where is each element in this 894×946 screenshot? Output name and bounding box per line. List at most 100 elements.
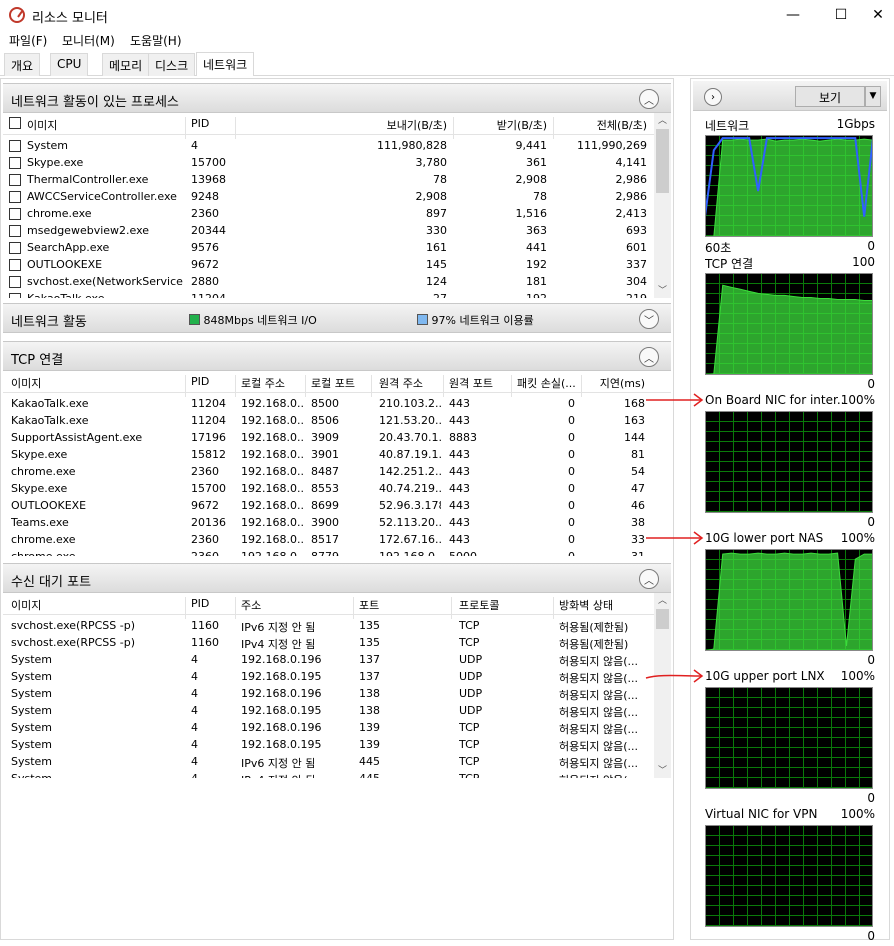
col-address[interactable]: 주소 — [241, 597, 261, 613]
col-firewall-status[interactable]: 방화벽 상태 — [559, 597, 613, 613]
cell-image: System — [11, 653, 53, 666]
col-local-address[interactable]: 로컬 주소 — [241, 375, 285, 391]
listening-ports-section-header[interactable]: 수신 대기 포트 ︿ — [3, 563, 671, 593]
tab-memory[interactable]: 메모리 — [102, 53, 150, 76]
row-checkbox[interactable] — [9, 276, 21, 288]
col-remote-address[interactable]: 원격 주소 — [379, 375, 423, 391]
menu-monitor[interactable]: 모니터(M) — [62, 32, 115, 49]
col-remote-port[interactable]: 원격 포트 — [449, 375, 493, 391]
row-checkbox[interactable] — [9, 191, 21, 203]
collapse-chevron-up-icon[interactable]: ︿ — [639, 89, 659, 109]
row-checkbox[interactable] — [9, 208, 21, 220]
network-io-legend: 848Mbps 네트워크 I/O — [189, 312, 317, 328]
table-row[interactable]: System 4 192.168.0.196 137 UDP 허용되지 않음(... — [3, 651, 653, 668]
row-checkbox[interactable] — [9, 174, 21, 186]
cell-image: KakaoTalk.exe — [11, 414, 89, 427]
table-row[interactable]: System 4 IPv4 지정 안 됨 445 TCP 허용되지 않음(... — [3, 770, 653, 778]
table-row[interactable]: svchost.exe(RPCSS -p) 1160 IPv4 지정 안 됨 135 T… — [3, 634, 653, 651]
table-row[interactable]: Skype.exe 15700 3,780 361 4,141 — [3, 154, 653, 171]
table-row[interactable]: Teams.exe 20136 192.168.0.... 3900 52.113.20… — [3, 514, 653, 531]
table-row[interactable]: System 4 111,980,828 9,441 111,990,269 — [3, 137, 653, 154]
menu-help[interactable]: 도움말(H) — [130, 32, 182, 49]
cell-remote-port: 443 — [449, 533, 470, 546]
table-row[interactable]: System 4 192.168.0.195 138 UDP 허용되지 않음(... — [3, 702, 653, 719]
table-row[interactable]: svchost.exe(NetworkService -... 2880 124 18… — [3, 273, 653, 290]
col-receive[interactable]: 받기(B/초) — [455, 117, 547, 133]
col-packet-loss[interactable]: 패킷 손실(... — [517, 375, 576, 391]
network-activity-section-header[interactable]: 네트워크 활동 848Mbps 네트워크 I/O 97% 네트워크 이용률 ﹀ — [3, 303, 671, 333]
table-row[interactable]: Skype.exe 15812 192.168.0.... 3901 40.87.19.… — [3, 446, 653, 463]
graph-block: Virtual NIC for VPN 100% 0 — [691, 807, 887, 945]
table-row[interactable]: System 4 192.168.0.196 139 TCP 허용되지 않음(... — [3, 719, 653, 736]
processes-scrollbar[interactable]: ︿ ﹀ — [654, 113, 671, 298]
row-checkbox[interactable] — [9, 225, 21, 237]
col-send[interactable]: 보내기(B/초) — [323, 117, 447, 133]
table-row[interactable]: KakaoTalk.exe 11204 27 192 219 — [3, 290, 653, 298]
col-pid[interactable]: PID — [191, 597, 209, 610]
table-row[interactable]: msedgewebview2.exe 20344 330 363 693 — [3, 222, 653, 239]
table-row[interactable]: SupportAssistAgent.exe 17196 192.168.0....… — [3, 429, 653, 446]
table-row[interactable]: System 4 192.168.0.195 137 UDP 허용되지 않음(... — [3, 668, 653, 685]
table-row[interactable]: chrome.exe 2360 897 1,516 2,413 — [3, 205, 653, 222]
processes-section-header[interactable]: 네트워크 활동이 있는 프로세스 ︿ — [3, 83, 671, 113]
table-row[interactable]: ThermalController.exe 13968 78 2,908 2,986 — [3, 171, 653, 188]
cell-total: 304 — [626, 275, 647, 288]
col-pid[interactable]: PID — [191, 375, 209, 388]
col-image[interactable]: 이미지 — [11, 597, 41, 613]
cell-local-port: 8500 — [311, 397, 339, 410]
tab-bar: 개요 CPU 메모리 디스크 네트워크 — [0, 52, 894, 76]
select-all-checkbox[interactable] — [9, 117, 21, 129]
table-row[interactable]: chrome.exe 2360 192.168.0.... 8487 142.251.2… — [3, 463, 653, 480]
view-button[interactable]: 보기 — [795, 86, 865, 107]
col-port[interactable]: 포트 — [359, 597, 379, 613]
table-row[interactable]: Skype.exe 15700 192.168.0.... 8553 40.74.219… — [3, 480, 653, 497]
cell-remote-address: 210.103.2... — [379, 397, 441, 410]
cell-firewall-status: 허용되지 않음(... — [559, 706, 638, 719]
row-checkbox[interactable] — [9, 293, 21, 298]
listening-ports-table: 이미지 PID 주소 포트 프로토콜 방화벽 상태 svchost.exe(RP… — [3, 593, 671, 778]
collapse-chevron-up-icon[interactable]: ︿ — [639, 347, 659, 367]
table-row[interactable]: System 4 192.168.0.196 138 UDP 허용되지 않음(... — [3, 685, 653, 702]
cell-image: ThermalController.exe — [27, 173, 149, 186]
table-row[interactable]: AWCCServiceController.exe 9248 2,908 78 2,98… — [3, 188, 653, 205]
tab-disk[interactable]: 디스크 — [148, 53, 196, 76]
view-dropdown-arrow-icon[interactable]: ▼ — [865, 86, 881, 107]
tcp-section-header[interactable]: TCP 연결 ︿ — [3, 341, 671, 371]
tab-cpu[interactable]: CPU — [50, 53, 89, 76]
close-button[interactable]: ✕ — [862, 0, 894, 30]
row-checkbox[interactable] — [9, 157, 21, 169]
cell-address: 192.168.0.195 — [241, 738, 322, 751]
table-row[interactable]: KakaoTalk.exe 11204 192.168.0.... 8500 210.1… — [3, 395, 653, 412]
table-row[interactable]: System 4 IPv6 지정 안 됨 445 TCP 허용되지 않음(... — [3, 753, 653, 770]
cell-address: IPv6 지정 안 됨 — [241, 757, 316, 770]
col-protocol[interactable]: 프로토콜 — [459, 597, 499, 613]
table-row[interactable]: System 4 192.168.0.195 139 TCP 허용되지 않음(... — [3, 736, 653, 753]
table-row[interactable]: OUTLOOKEXE 9672 192.168.0.... 8699 52.96.3.1… — [3, 497, 653, 514]
table-row[interactable]: svchost.exe(RPCSS -p) 1160 IPv6 지정 안 됨 135 T… — [3, 617, 653, 634]
row-checkbox[interactable] — [9, 242, 21, 254]
row-checkbox[interactable] — [9, 140, 21, 152]
col-local-port[interactable]: 로컬 포트 — [311, 375, 355, 391]
table-row[interactable]: SearchApp.exe 9576 161 441 601 — [3, 239, 653, 256]
cell-local-port: 3901 — [311, 448, 339, 461]
table-header: 이미지 PID 주소 포트 프로토콜 방화벽 상태 — [3, 593, 671, 619]
table-row[interactable]: chrome.exe 2360 192.168.0.... 8517 172.67.16… — [3, 531, 653, 548]
expand-chevron-right-icon[interactable]: › — [704, 88, 722, 106]
col-image[interactable]: 이미지 — [11, 375, 41, 391]
minimize-button[interactable]: — — [770, 0, 816, 30]
table-row[interactable]: chrome.exe 2360 192.168.0.... 8779 192.168.0… — [3, 548, 653, 556]
col-total[interactable]: 전체(B/초) — [555, 117, 647, 133]
menu-file[interactable]: 파일(F) — [9, 32, 47, 49]
col-pid[interactable]: PID — [191, 117, 209, 130]
graph-scale: 100% — [840, 393, 875, 407]
maximize-button[interactable]: ☐ — [818, 0, 864, 30]
col-image[interactable]: 이미지 — [27, 117, 57, 133]
table-row[interactable]: KakaoTalk.exe 11204 192.168.0.... 8506 121.5… — [3, 412, 653, 429]
network-io-label: 848Mbps 네트워크 I/O — [203, 314, 317, 327]
table-row[interactable]: OUTLOOKEXE 9672 145 192 337 — [3, 256, 653, 273]
tab-overview[interactable]: 개요 — [4, 53, 41, 76]
expand-chevron-down-icon[interactable]: ﹀ — [639, 309, 659, 329]
row-checkbox[interactable] — [9, 259, 21, 271]
tab-network[interactable]: 네트워크 — [196, 52, 255, 76]
col-latency[interactable]: 지연(ms) — [583, 375, 645, 391]
